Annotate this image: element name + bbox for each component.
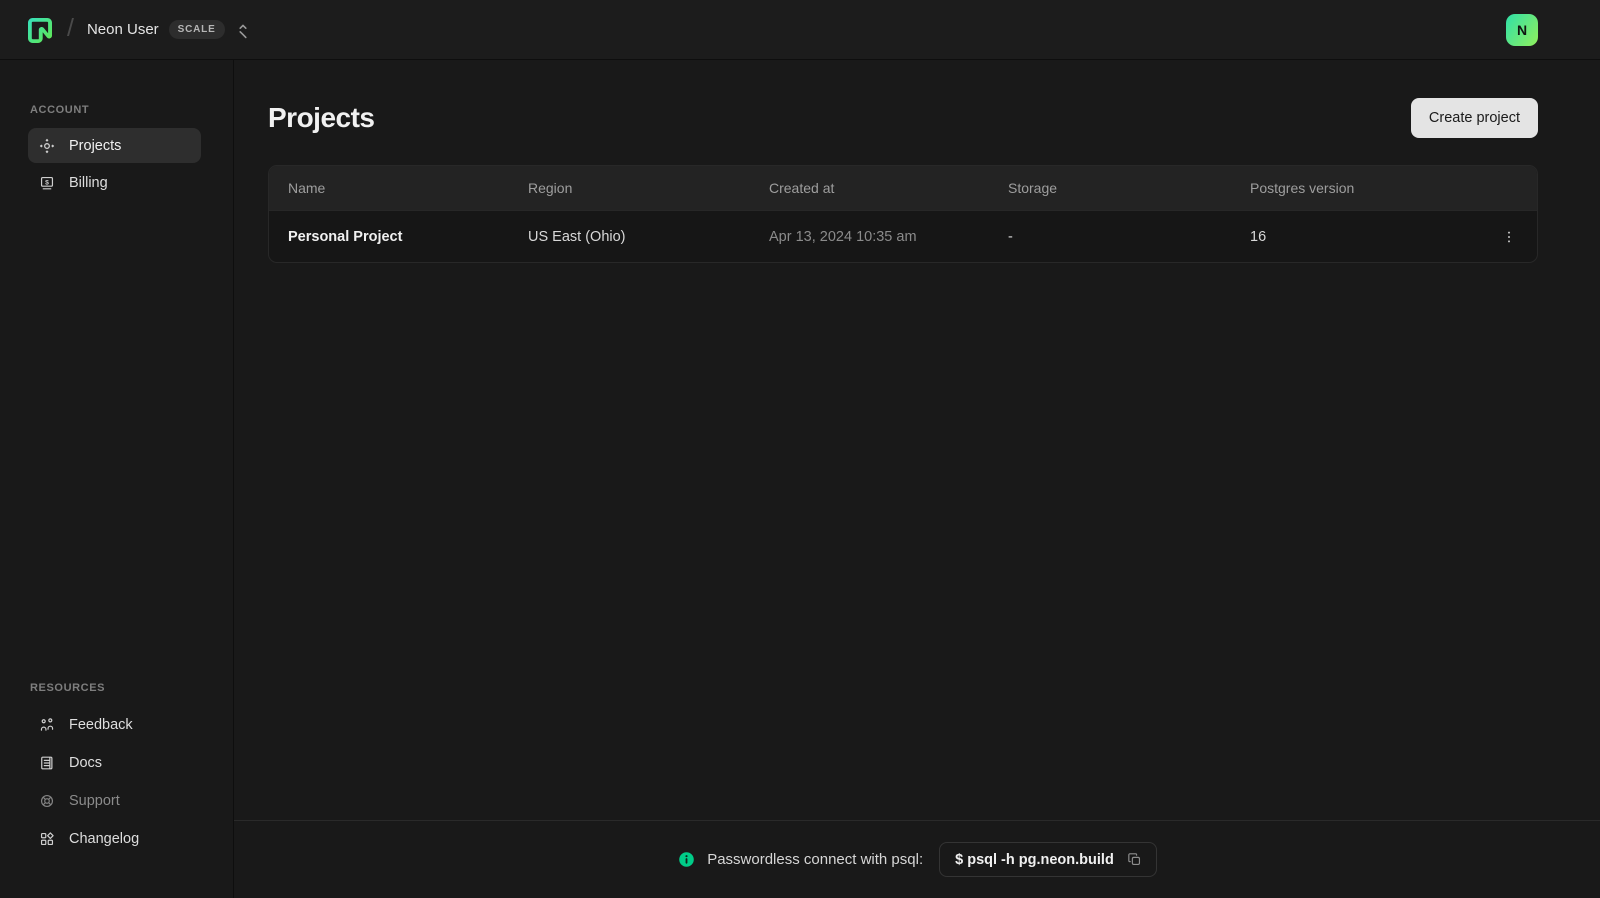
org-name: Neon User xyxy=(86,21,159,38)
projects-icon xyxy=(38,137,56,155)
psql-connect-label: Passwordless connect with psql: xyxy=(707,851,924,868)
sidebar-item-label: Billing xyxy=(69,174,108,191)
project-region: US East (Ohio) xyxy=(528,228,626,245)
sidebar-account-group: ACCOUNT Projects $ Billing xyxy=(28,104,201,202)
billing-icon: $ xyxy=(38,174,56,192)
sidebar-item-label: Feedback xyxy=(69,716,133,733)
main-content: Projects Create project Name Region Crea… xyxy=(234,60,1600,898)
sidebar-item-label: Projects xyxy=(69,137,122,154)
row-actions-button[interactable] xyxy=(1493,221,1525,253)
support-icon xyxy=(38,792,56,810)
column-header-name: Name xyxy=(288,180,326,196)
topbar: / Neon User SCALE N xyxy=(0,0,1600,60)
plan-badge: SCALE xyxy=(168,20,225,39)
sidebar-item-support[interactable]: Support xyxy=(28,782,201,819)
info-icon xyxy=(677,850,696,869)
neon-logo-icon xyxy=(28,17,52,43)
resources-section-label: RESOURCES xyxy=(30,682,106,694)
sidebar: ACCOUNT Projects $ Billing RESOURCES Fee… xyxy=(0,60,234,898)
kebab-menu-icon xyxy=(1508,231,1510,242)
sidebar-item-label: Docs xyxy=(69,754,103,771)
psql-command: $ psql -h pg.neon.build xyxy=(955,851,1114,868)
breadcrumb-slash: / xyxy=(67,14,74,42)
psql-command-box[interactable]: $ psql -h pg.neon.build xyxy=(939,842,1157,877)
create-project-button[interactable]: Create project xyxy=(1410,98,1538,138)
sidebar-resources-group: RESOURCES Feedback Docs Support Changelo… xyxy=(28,682,201,858)
account-section-label: ACCOUNT xyxy=(30,104,90,116)
psql-connect-bar: Passwordless connect with psql: $ psql -… xyxy=(234,820,1600,898)
column-header-created-at: Created at xyxy=(769,180,835,196)
sidebar-item-projects[interactable]: Projects xyxy=(28,128,201,163)
column-header-postgres-version: Postgres version xyxy=(1250,180,1355,196)
chevron-updown-icon xyxy=(235,21,251,39)
sidebar-item-billing[interactable]: $ Billing xyxy=(28,165,201,200)
sidebar-item-feedback[interactable]: Feedback xyxy=(28,706,201,743)
neon-console: / Neon User SCALE N ACCOUNT Projects $ B… xyxy=(0,0,1600,898)
page-title: Projects xyxy=(268,102,375,133)
table-row[interactable]: Personal Project US East (Ohio) Apr 13, … xyxy=(269,210,1537,262)
avatar[interactable]: N xyxy=(1506,13,1538,46)
project-created-at: Apr 13, 2024 10:35 am xyxy=(769,228,917,245)
sidebar-item-docs[interactable]: Docs xyxy=(28,744,201,781)
topbar-left: / Neon User SCALE xyxy=(26,16,251,44)
neon-logo[interactable] xyxy=(26,16,54,44)
project-postgres-version: 16 xyxy=(1250,228,1267,245)
feedback-icon xyxy=(38,716,56,734)
project-name: Personal Project xyxy=(288,228,403,245)
table-header-row: Name Region Created at Storage Postgres … xyxy=(269,166,1537,210)
copy-icon[interactable] xyxy=(1126,851,1143,868)
docs-icon xyxy=(38,754,56,772)
project-storage: - xyxy=(1008,228,1013,245)
sidebar-item-label: Support xyxy=(69,792,120,809)
changelog-icon xyxy=(38,830,56,848)
sidebar-item-changelog[interactable]: Changelog xyxy=(28,820,201,857)
main-header: Projects Create project xyxy=(234,60,1600,138)
column-header-storage: Storage xyxy=(1008,180,1058,196)
sidebar-item-label: Changelog xyxy=(69,830,140,847)
org-switcher[interactable]: Neon User SCALE xyxy=(87,20,251,39)
projects-table: Name Region Created at Storage Postgres … xyxy=(268,165,1538,263)
column-header-region: Region xyxy=(528,180,573,196)
svg-text:$: $ xyxy=(45,179,49,186)
